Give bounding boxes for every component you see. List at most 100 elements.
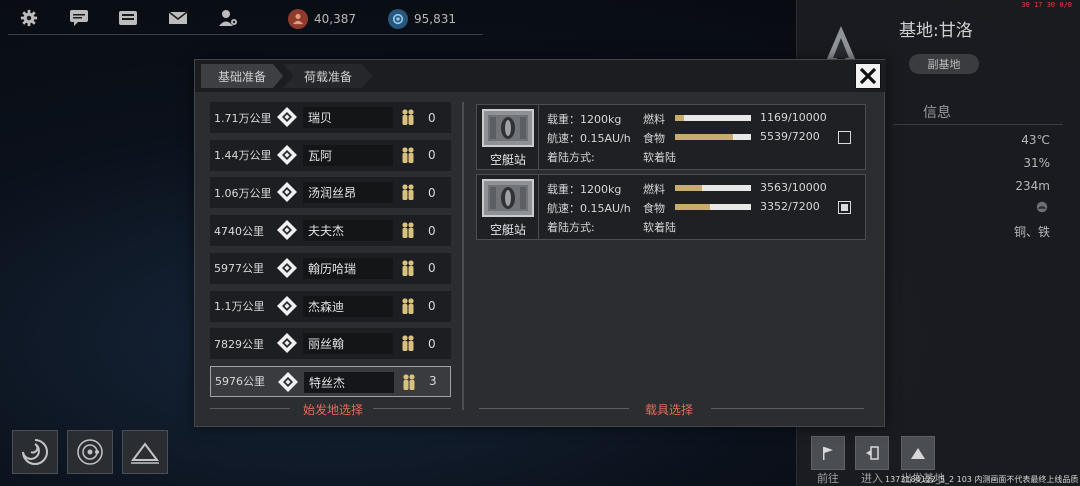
chat-icon[interactable] [68,8,90,28]
vehicle-name: 空艇站 [489,153,526,167]
origin-population: 0 [428,148,436,163]
caption-line [210,408,290,409]
people-icon [402,109,414,125]
close-icon [859,67,877,85]
vehicle-card[interactable]: 空艇站 载重：1200kg 航速：0.15AU/h 着陆方式: 软着陆 燃料 1169/10… [476,104,866,170]
tab-basic-prep[interactable]: 基础准备 [201,64,283,88]
vehicle-name: 空艇站 [489,223,526,237]
info-title: 信息 [923,105,951,121]
vehicle-speed: 航速：0.15AU/h [547,132,631,145]
vehicle-card[interactable]: 空艇站 载重：1200kg 航速：0.15AU/h 着陆方式: 软着陆 燃料 3563/10… [476,174,866,240]
enter-label: 进入 [861,472,883,485]
origin-name: 汤润丝昂 [303,182,393,204]
vehicle-load: 载重：1200kg [547,113,622,126]
origin-distance: 4740公里 [214,224,264,238]
mail-icon[interactable] [167,8,189,28]
origin-row[interactable]: 7829公里 丽丝翰 0 [210,328,451,360]
top-bar: 40,387 95,831 [0,0,485,36]
base-title: 基地:甘洛 [899,21,973,41]
airship-station-icon [482,109,534,147]
origin-name: 瓦阿 [303,144,393,166]
terrain-button[interactable] [122,430,168,474]
depart-base-button[interactable] [901,436,935,470]
planet-diamond-icon [277,333,297,354]
info-divider [893,124,1063,125]
fuel-label: 燃料 [643,183,665,196]
vehicle-thumbnail: 空艇站 [477,175,539,239]
food-value: 3352/7200 [760,200,820,213]
fuel-label: 燃料 [643,113,665,126]
origin-row[interactable]: 5977公里 翰历哈瑞 0 [210,252,451,284]
goto-label: 前往 [817,472,839,485]
enter-button[interactable] [855,436,889,470]
build-footnote: 1373184122_5_2 103 内测画面不代表最终上线品质 [885,475,1079,484]
fuel-value: 3563/10000 [760,181,827,194]
planet-diamond-icon [277,182,297,203]
people-icon [403,374,415,390]
vehicle-caption: 载具选择 [645,403,694,417]
origin-row[interactable]: 1.71万公里 瑞贝 0 [210,102,451,133]
origin-distance: 1.1万公里 [214,300,265,313]
weather-icon [1032,200,1050,216]
people-icon [402,222,414,239]
caption-line [711,408,864,409]
vehicle-load: 载重：1200kg [547,183,622,196]
fuel-bar [675,115,751,121]
origin-name: 丽丝翰 [303,333,393,355]
people-icon [402,335,414,352]
origin-name: 特丝杰 [304,371,394,393]
galaxy-button[interactable] [12,430,58,474]
corner-debug-text: 30 17 30 0/0 [1021,1,1072,9]
origin-population: 0 [428,223,436,238]
launch-prep-dialog: 基础准备 荷载准备 1.71万公里 瑞贝 0 1.44万公里 瓦阿 0 1.06万公里 汤润丝… [194,59,886,427]
caption-line [373,408,451,409]
enter-icon [866,446,879,460]
panel-divider [462,102,464,410]
goto-button[interactable] [811,436,845,470]
origin-population: 0 [428,110,436,125]
food-label: 食物 [643,132,665,145]
tab-cargo-prep[interactable]: 荷载准备 [283,64,373,88]
caption-line [479,408,629,409]
keyboard-icon[interactable] [117,8,139,28]
origin-population: 0 [428,336,436,351]
people-icon [402,147,414,163]
origin-distance: 1.06万公里 [214,186,272,200]
food-bar [675,204,751,210]
origin-row[interactable]: 4740公里 夫夫杰 0 [210,215,451,247]
orbit-button[interactable] [67,430,113,474]
gear-icon[interactable] [18,8,40,28]
top-bar-divider [8,34,483,35]
planet-diamond-icon [277,107,297,127]
planet-diamond-icon [277,220,297,241]
origin-name: 杰森迪 [303,295,393,317]
origin-row[interactable]: 1.1万公里 杰森迪 0 [210,290,451,322]
origin-row[interactable]: 1.44万公里 瓦阿 0 [210,139,451,171]
fuel-bar-fill [675,185,703,191]
origin-distance: 5976公里 [215,375,265,389]
origin-row[interactable]: 1.06万公里 汤润丝昂 0 [210,177,451,209]
vehicle-select-checkbox[interactable] [838,201,851,214]
planet-diamond-icon [277,257,297,278]
flag-icon [823,447,833,460]
vehicle-select-checkbox[interactable] [838,131,851,144]
food-bar-fill [675,134,734,140]
research-value: 95,831 [414,12,456,26]
food-bar-fill [675,204,711,210]
origin-distance: 5977公里 [214,262,264,276]
origin-name: 瑞贝 [303,107,393,128]
user-settings-icon[interactable] [217,8,239,28]
origin-row[interactable]: 5976公里 特丝杰 3 [210,365,451,397]
sub-base-button[interactable]: 副基地 [909,54,979,74]
fuel-bar [675,185,751,191]
origin-distance: 1.44万公里 [214,149,272,163]
vehicle-landing-value: 软着陆 [643,151,676,164]
vehicle-landing-value: 软着陆 [643,221,676,234]
vehicle-landing-label: 着陆方式: [547,221,595,234]
vehicle-speed: 航速：0.15AU/h [547,202,631,215]
close-button[interactable] [855,63,881,89]
people-icon [402,297,414,314]
planet-diamond-icon [277,295,297,316]
research-icon [388,9,408,29]
mountain-icon [911,448,925,459]
